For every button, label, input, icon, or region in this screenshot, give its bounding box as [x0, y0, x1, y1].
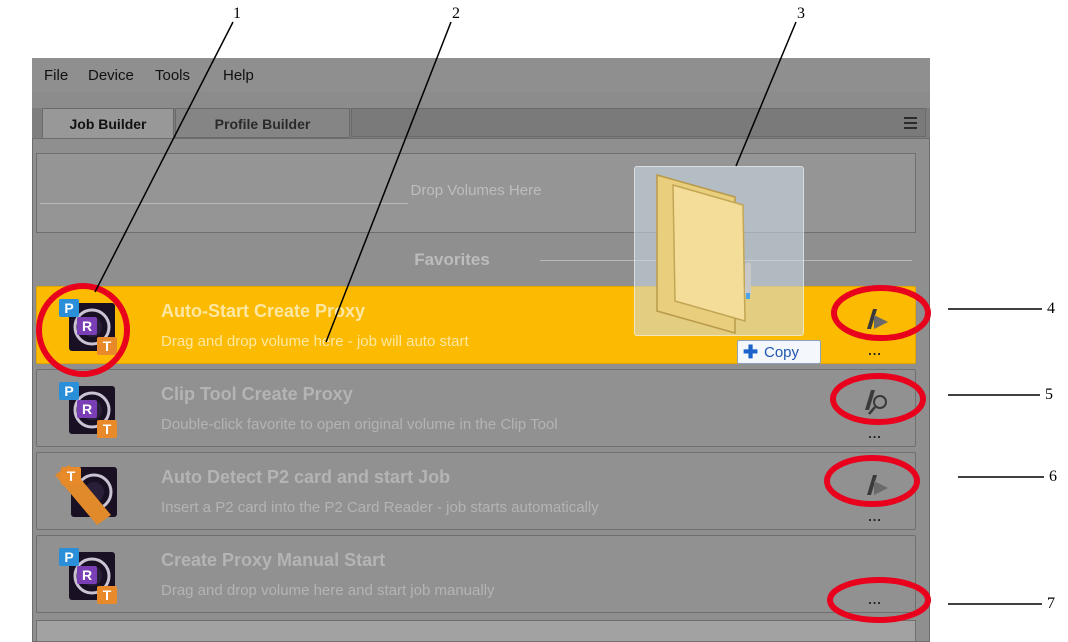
callout-layer: [36, 21, 1044, 623]
callout-number-1: 1: [233, 5, 241, 22]
callout-number-2: 2: [452, 5, 460, 22]
callout-ring-4: [831, 285, 931, 341]
callout-number-7: 7: [1047, 595, 1055, 612]
callout-line-2: [325, 21, 452, 343]
callout-line-1: [94, 21, 234, 293]
callout-ring-7: [827, 577, 931, 623]
callout-number-4: 4: [1047, 300, 1055, 317]
callout-number-3: 3: [797, 5, 805, 22]
callout-line-3: [735, 21, 797, 167]
callout-number-6: 6: [1049, 468, 1057, 485]
callout-ring-5: [830, 373, 926, 425]
callout-ring-1: [36, 283, 130, 377]
callout-number-5: 5: [1045, 386, 1053, 403]
callout-ring-6: [824, 455, 920, 507]
